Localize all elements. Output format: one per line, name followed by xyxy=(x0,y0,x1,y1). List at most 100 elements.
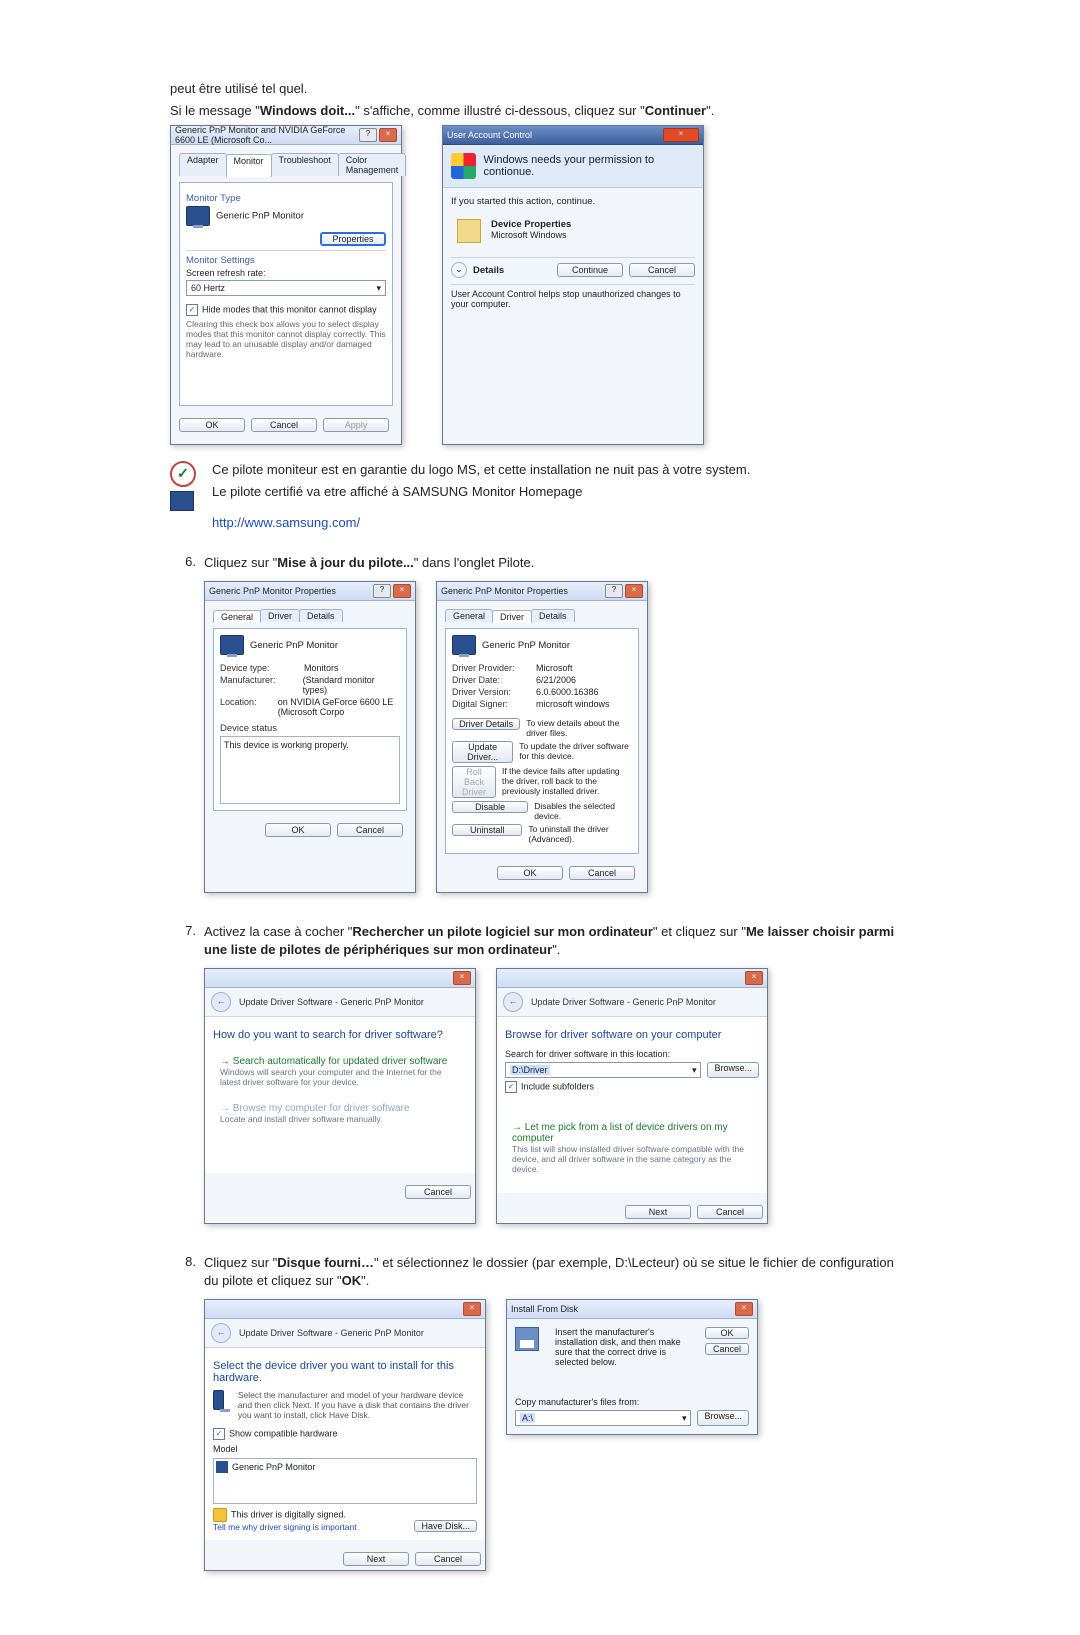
wizard-headline: How do you want to search for driver sof… xyxy=(213,1029,467,1041)
titlebar: Install From Disk × xyxy=(507,1300,757,1319)
browse-button[interactable]: Browse... xyxy=(707,1062,759,1078)
device-name: Generic PnP Monitor xyxy=(482,640,570,651)
monitor-icon xyxy=(216,1461,228,1473)
back-icon[interactable]: ← xyxy=(211,1323,231,1343)
tab-driver[interactable]: Driver xyxy=(492,610,532,623)
ok-button[interactable]: OK xyxy=(705,1327,749,1339)
tab-driver[interactable]: Driver xyxy=(260,609,300,622)
cancel-button[interactable]: Cancel xyxy=(629,263,695,277)
show-compatible-checkbox[interactable]: ✓ xyxy=(213,1428,225,1440)
rollback-driver-button[interactable]: Roll Back Driver xyxy=(452,766,496,798)
back-icon[interactable]: ← xyxy=(503,992,523,1012)
intro-line2: Si le message "Windows doit..." s'affich… xyxy=(170,102,910,120)
model-label: Model xyxy=(213,1444,477,1454)
window-title: User Account Control xyxy=(447,130,532,140)
document-page: peut être utilisé tel quel. Si le messag… xyxy=(0,0,1080,1635)
help-control[interactable]: ? xyxy=(605,584,623,598)
wizard-crumb: Update Driver Software - Generic PnP Mon… xyxy=(239,997,424,1007)
shield-icon xyxy=(451,153,476,179)
back-icon[interactable]: ← xyxy=(211,992,231,1012)
next-button[interactable]: Next xyxy=(625,1205,691,1219)
browse-button[interactable]: Browse... xyxy=(697,1410,749,1426)
cancel-button[interactable]: Cancel xyxy=(415,1552,481,1566)
window-title: Generic PnP Monitor and NVIDIA GeForce 6… xyxy=(175,125,359,145)
window-title: Generic PnP Monitor Properties xyxy=(209,586,336,596)
apply-button[interactable]: Apply xyxy=(323,418,389,432)
monitor-settings-label: Monitor Settings xyxy=(186,255,386,266)
option-pick-from-list[interactable]: → Let me pick from a list of device driv… xyxy=(505,1117,759,1179)
path-combobox[interactable]: D:\Driver▾ xyxy=(505,1062,701,1078)
titlebar: User Account Control × xyxy=(443,126,703,145)
tab-adapter[interactable]: Adapter xyxy=(179,153,227,176)
ok-button[interactable]: OK xyxy=(497,866,563,880)
close-control[interactable]: × xyxy=(625,584,643,598)
update-driver-button[interactable]: Update Driver... xyxy=(452,741,513,763)
monitor-icon xyxy=(220,635,244,655)
close-control[interactable]: × xyxy=(453,971,471,985)
window-title: Generic PnP Monitor Properties xyxy=(441,586,568,596)
tab-monitor[interactable]: Monitor xyxy=(226,154,272,177)
option-search-auto[interactable]: → Search automatically for updated drive… xyxy=(213,1051,467,1092)
titlebar: × xyxy=(497,969,767,988)
monitor-icon xyxy=(452,635,476,655)
driver-details-button[interactable]: Driver Details xyxy=(452,718,520,730)
tab-troubleshoot[interactable]: Troubleshoot xyxy=(271,153,339,176)
step-number: 7. xyxy=(170,923,204,938)
tab-details[interactable]: Details xyxy=(299,609,343,622)
next-button[interactable]: Next xyxy=(343,1552,409,1566)
uac-footer: User Account Control helps stop unauthor… xyxy=(451,289,695,309)
properties-button[interactable]: Properties xyxy=(320,232,386,246)
copy-from-label: Copy manufacturer's files from: xyxy=(515,1397,749,1407)
close-control[interactable]: × xyxy=(735,1302,753,1316)
tab-colormgmt[interactable]: Color Management xyxy=(338,153,407,176)
cancel-button[interactable]: Cancel xyxy=(697,1205,763,1219)
cancel-button[interactable]: Cancel xyxy=(405,1185,471,1199)
cancel-button[interactable]: Cancel xyxy=(251,418,317,432)
include-subfolders-checkbox[interactable]: ✓ xyxy=(505,1081,517,1093)
tab-details[interactable]: Details xyxy=(531,609,575,622)
details-toggle[interactable]: Details xyxy=(473,265,504,276)
install-disk-msg: Insert the manufacturer's installation d… xyxy=(555,1327,697,1367)
model-listbox[interactable]: Generic PnP Monitor xyxy=(213,1458,477,1504)
ok-button[interactable]: OK xyxy=(179,418,245,432)
cancel-button[interactable]: Cancel xyxy=(337,823,403,837)
signing-link[interactable]: Tell me why driver signing is important xyxy=(213,1522,357,1532)
have-disk-button[interactable]: Have Disk... xyxy=(414,1520,477,1532)
ok-button[interactable]: OK xyxy=(265,823,331,837)
close-control[interactable]: × xyxy=(379,128,397,142)
window-title: Install From Disk xyxy=(511,1304,578,1314)
samsung-link[interactable]: http://www.samsung.com/ xyxy=(212,515,360,530)
chevron-down-icon[interactable]: ⌄ xyxy=(451,262,467,278)
hide-modes-checkbox[interactable]: ✓ xyxy=(186,304,198,316)
titlebar: × xyxy=(205,969,475,988)
tab-general[interactable]: General xyxy=(213,610,261,623)
cancel-button[interactable]: Cancel xyxy=(569,866,635,880)
close-control[interactable]: × xyxy=(745,971,763,985)
wizard-crumb: Update Driver Software - Generic PnP Mon… xyxy=(239,1328,424,1338)
properties-driver-window: Generic PnP Monitor Properties ?× Genera… xyxy=(436,581,648,893)
wizard-header: ← Update Driver Software - Generic PnP M… xyxy=(205,1319,485,1348)
wizard-crumb: Update Driver Software - Generic PnP Mon… xyxy=(531,997,716,1007)
uac-headline: Windows needs your permission to contion… xyxy=(484,154,696,178)
copy-from-combobox[interactable]: A:\▾ xyxy=(515,1410,691,1426)
uac-publisher: Microsoft Windows xyxy=(491,230,571,240)
step-number: 8. xyxy=(170,1254,204,1269)
close-control[interactable]: × xyxy=(393,584,411,598)
disable-button[interactable]: Disable xyxy=(452,801,528,813)
close-control[interactable]: × xyxy=(663,128,699,142)
monitor-type-value: Generic PnP Monitor xyxy=(216,211,304,222)
continue-button[interactable]: Continue xyxy=(557,263,623,277)
shield-warn-icon xyxy=(213,1508,227,1522)
uninstall-button[interactable]: Uninstall xyxy=(452,824,522,836)
refresh-rate-select[interactable]: 60 Hertz▾ xyxy=(186,280,386,296)
help-control[interactable]: ? xyxy=(359,128,377,142)
option-browse-computer[interactable]: → Browse my computer for driver software… xyxy=(213,1098,467,1129)
device-status-box: This device is working properly. xyxy=(220,736,400,804)
uac-window: User Account Control × Windows needs you… xyxy=(442,125,704,445)
wizard-header: ← Update Driver Software - Generic PnP M… xyxy=(497,988,767,1017)
floppy-icon xyxy=(515,1327,539,1351)
help-control[interactable]: ? xyxy=(373,584,391,598)
cancel-button[interactable]: Cancel xyxy=(705,1343,749,1355)
close-control[interactable]: × xyxy=(463,1302,481,1316)
tab-general[interactable]: General xyxy=(445,609,493,622)
